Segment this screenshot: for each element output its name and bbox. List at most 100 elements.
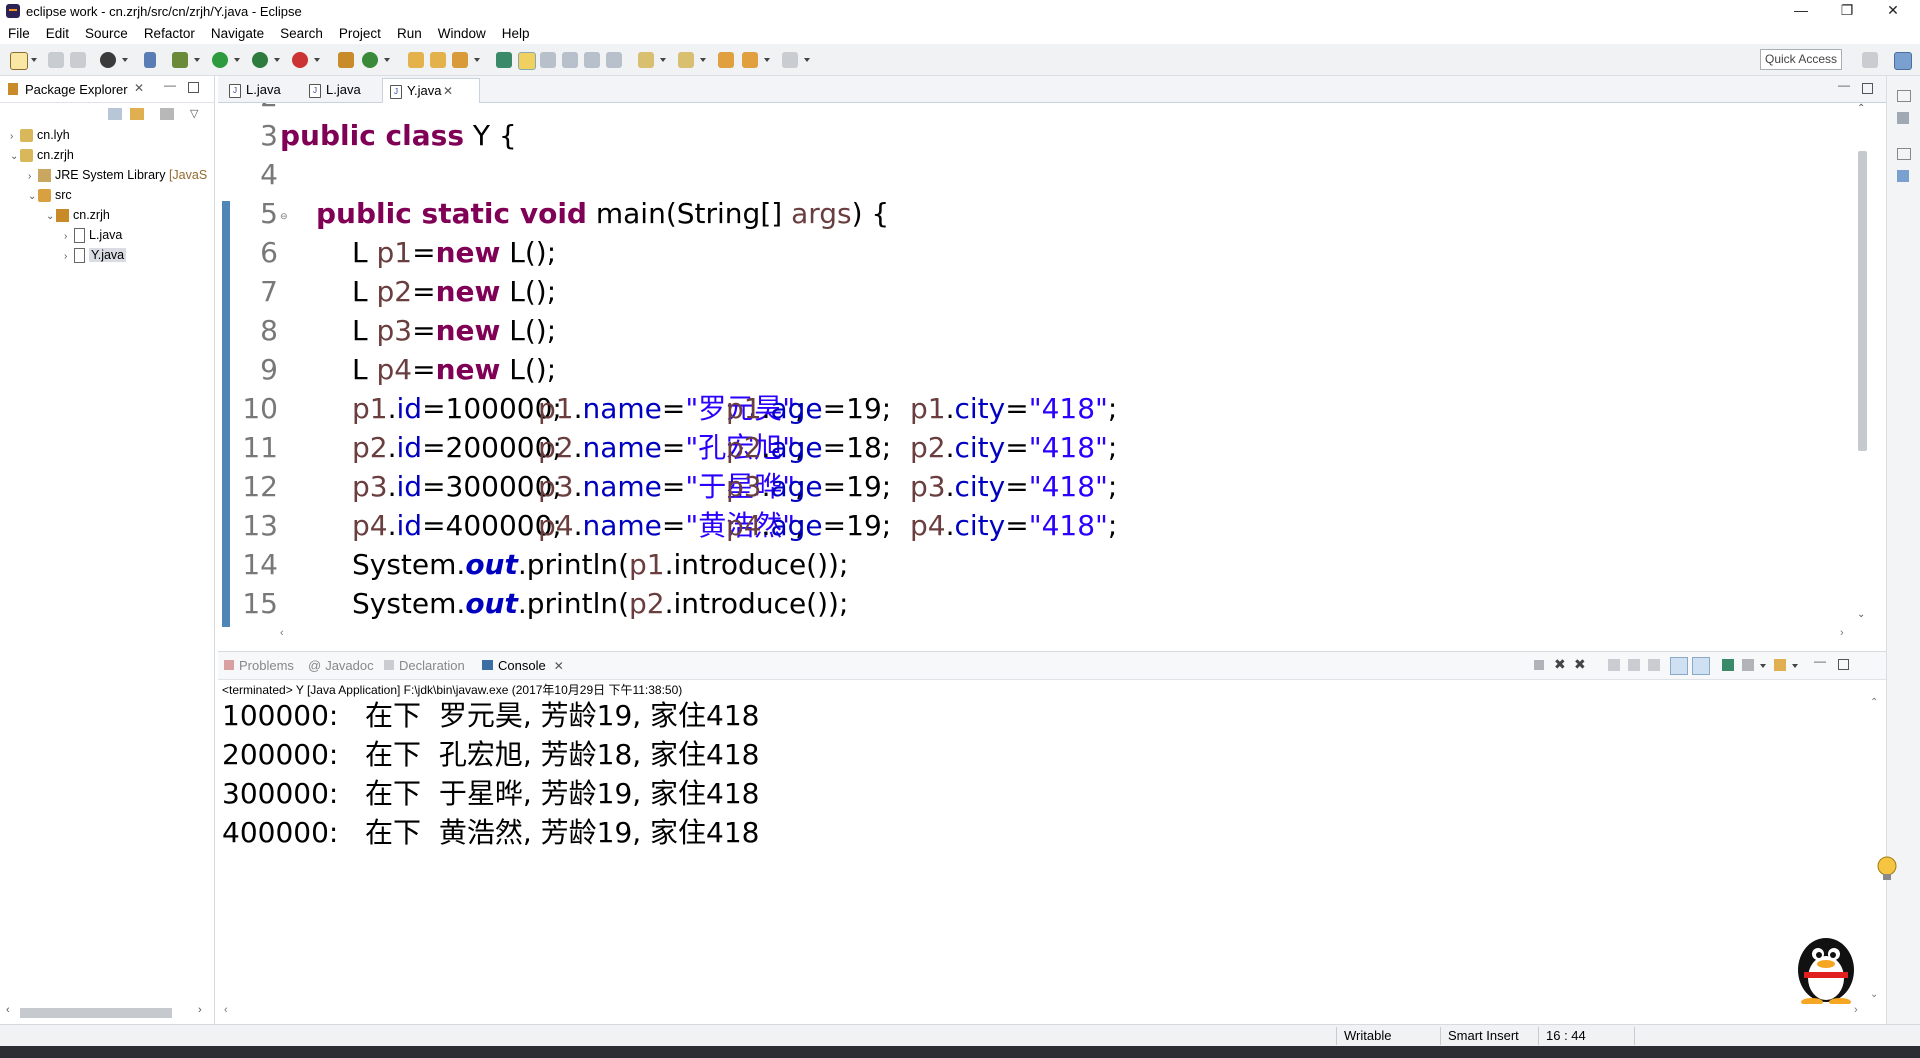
maximize-view-icon[interactable] <box>1838 659 1849 670</box>
profile-icon[interactable] <box>100 52 116 68</box>
menu-project[interactable]: Project <box>331 26 389 41</box>
menu-window[interactable]: Window <box>430 26 494 41</box>
view-menu-icon[interactable]: ▽ <box>190 107 198 120</box>
expand-arrow-icon[interactable]: › <box>64 247 74 267</box>
external-tools-dropdown-icon[interactable] <box>314 58 320 62</box>
link-with-editor-icon[interactable] <box>130 108 144 120</box>
display-selected-console-icon[interactable] <box>1742 659 1754 671</box>
tree-item-y-java[interactable]: › Y.java <box>64 245 127 267</box>
expand-arrow-icon[interactable]: › <box>28 167 38 187</box>
tree-item-cn-zrjh[interactable]: ⌄ cn.zrjh <box>10 145 74 165</box>
minimize-editor-icon[interactable]: — <box>1838 78 1850 92</box>
run-dropdown-icon[interactable] <box>234 58 240 62</box>
scroll-right-icon[interactable]: › <box>1854 1004 1858 1016</box>
save-all-icon[interactable] <box>70 52 86 68</box>
previous-annotation-icon[interactable] <box>678 52 694 68</box>
scroll-left-icon[interactable]: ‹ <box>6 1004 10 1016</box>
toggle-breadcrumb-icon[interactable] <box>496 52 512 68</box>
show-whitespace-icon[interactable] <box>562 52 578 68</box>
console-hscrollbar[interactable]: ‹ › <box>218 1004 1874 1020</box>
coverage-icon[interactable] <box>252 52 268 68</box>
pin-console-icon[interactable] <box>1722 659 1734 671</box>
console-output[interactable]: 100000: 在下 罗元昊, 芳龄19, 家住418 200000: 在下 孔… <box>218 697 1870 1007</box>
minimize-view-icon[interactable]: — <box>1814 654 1826 668</box>
task-list-icon[interactable] <box>1897 170 1909 182</box>
toggle-word-wrap-icon[interactable] <box>584 52 600 68</box>
next-annotation-icon[interactable] <box>638 52 654 68</box>
menu-refactor[interactable]: Refactor <box>136 26 203 41</box>
tree-item-cn-lyh[interactable]: › cn.lyh <box>10 125 70 145</box>
tree-item-package-cn-zrjh[interactable]: ⌄ cn.zrjh <box>46 205 110 225</box>
menu-navigate[interactable]: Navigate <box>203 26 272 41</box>
scroll-right-icon[interactable]: › <box>198 1004 202 1016</box>
minimize-view-icon[interactable]: — <box>164 78 176 92</box>
new-class-dropdown-icon[interactable] <box>384 58 390 62</box>
scroll-up-icon[interactable]: ⌃ <box>1857 103 1865 114</box>
menu-edit[interactable]: Edit <box>38 26 77 41</box>
new-dropdown-icon[interactable] <box>31 58 37 62</box>
show-on-stderr-icon[interactable] <box>1692 657 1710 675</box>
new-icon[interactable] <box>10 52 28 70</box>
show-on-stdout-icon[interactable] <box>1670 657 1688 675</box>
restore-view-icon[interactable] <box>1897 90 1911 102</box>
expand-arrow-icon[interactable]: › <box>64 227 74 247</box>
skip-breakpoints-icon[interactable] <box>144 52 156 68</box>
word-wrap-icon[interactable] <box>1648 659 1660 671</box>
remove-all-terminated-icon[interactable]: ✖ <box>1574 656 1586 673</box>
coverage-dropdown-icon[interactable] <box>274 58 280 62</box>
quick-access-field[interactable]: Quick Access <box>1760 49 1842 70</box>
minimize-button[interactable]: — <box>1778 0 1824 22</box>
save-icon[interactable] <box>48 52 64 68</box>
back-dropdown-icon[interactable] <box>764 58 770 62</box>
menu-run[interactable]: Run <box>389 26 430 41</box>
tab-problems[interactable]: Problems <box>224 658 294 673</box>
collapse-arrow-icon[interactable]: ⌄ <box>10 147 20 167</box>
scroll-right-icon[interactable]: › <box>1840 627 1844 639</box>
open-console-icon[interactable] <box>1774 659 1786 671</box>
tab-javadoc[interactable]: @ Javadoc <box>308 658 374 673</box>
tab-y-java[interactable]: J Y.java ✕ <box>382 78 480 103</box>
scroll-left-icon[interactable]: ‹ <box>224 1004 228 1016</box>
collapse-all-icon[interactable] <box>108 108 122 120</box>
menu-file[interactable]: File <box>0 26 38 41</box>
menu-search[interactable]: Search <box>272 26 331 41</box>
tab-l-java[interactable]: J L.java <box>222 78 306 102</box>
scroll-lock-icon[interactable] <box>1628 659 1640 671</box>
restore-view-icon[interactable] <box>1897 148 1911 160</box>
collapse-arrow-icon[interactable]: ⌄ <box>28 187 38 207</box>
maximize-view-icon[interactable] <box>188 82 199 93</box>
run-icon[interactable] <box>212 52 228 68</box>
show-source-icon[interactable] <box>606 52 622 68</box>
open-console-dropdown-icon[interactable] <box>1792 664 1798 668</box>
menu-help[interactable]: Help <box>494 26 538 41</box>
java-perspective-icon[interactable] <box>1894 52 1912 70</box>
forward-dropdown-icon[interactable] <box>804 58 810 62</box>
tab-declaration[interactable]: Declaration <box>384 658 465 673</box>
previous-annotation-dropdown-icon[interactable] <box>700 58 706 62</box>
scroll-left-icon[interactable]: ‹ <box>280 627 284 639</box>
new-java-project-icon[interactable] <box>338 52 354 68</box>
next-annotation-dropdown-icon[interactable] <box>660 58 666 62</box>
tab-l-java-2[interactable]: J L.java <box>302 78 386 102</box>
tree-item-l-java[interactable]: › L.java <box>64 225 122 245</box>
open-type-icon[interactable] <box>408 52 424 68</box>
package-explorer-hscrollbar[interactable]: ‹ › <box>6 1004 206 1020</box>
package-explorer-title[interactable]: Package Explorer <box>25 82 128 97</box>
debug-dropdown-icon[interactable] <box>194 58 200 62</box>
close-tab-icon[interactable]: ✕ <box>443 79 453 103</box>
restore-button[interactable]: ❐ <box>1824 0 1870 22</box>
outline-view-icon[interactable] <box>1897 112 1909 124</box>
fold-collapse-icon[interactable]: ⊖ <box>280 211 288 222</box>
block-selection-icon[interactable] <box>540 52 556 68</box>
close-icon[interactable]: ✕ <box>134 81 144 95</box>
menu-source[interactable]: Source <box>77 26 136 41</box>
search-dropdown-icon[interactable] <box>474 58 480 62</box>
editor-vscrollbar[interactable]: ⌃ ⌄ <box>1855 103 1869 627</box>
display-console-dropdown-icon[interactable] <box>1760 664 1766 668</box>
scroll-thumb[interactable] <box>20 1008 172 1018</box>
tree-item-jre-system-library[interactable]: › JRE System Library [JavaS <box>28 165 207 185</box>
debug-icon[interactable] <box>172 52 188 68</box>
editor-hscrollbar[interactable]: ‹ › <box>218 627 1854 643</box>
profile-dropdown-icon[interactable] <box>122 58 128 62</box>
remove-launch-icon[interactable]: ✖ <box>1554 656 1566 673</box>
